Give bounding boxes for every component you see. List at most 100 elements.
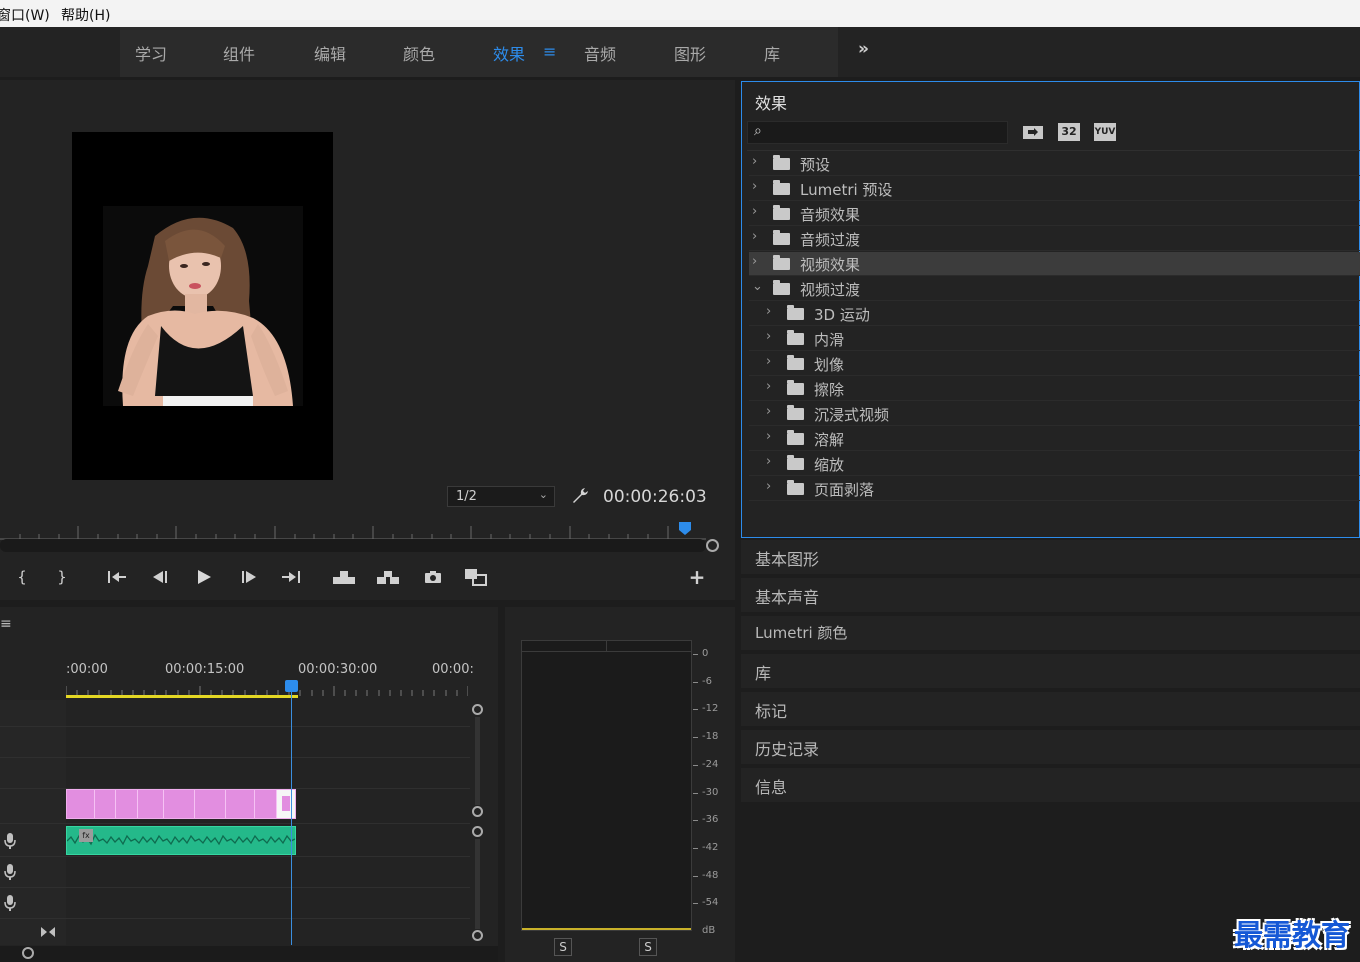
panel-essential-graphics[interactable]: 基本图形 (741, 540, 1360, 574)
workspace-menu-icon[interactable]: ≡ (543, 42, 556, 61)
chevron-right-icon[interactable]: › (752, 179, 757, 194)
panel-markers[interactable]: 标记 (741, 692, 1360, 726)
playhead-timecode[interactable]: 00:00:26:03 (603, 487, 707, 507)
effects-tree-item[interactable]: ⌄ 视频过渡 (749, 277, 1360, 301)
workspace-tab-assembly[interactable]: 组件 (223, 41, 255, 65)
effects-tree-item[interactable]: › 页面剥落 (749, 477, 1360, 501)
step-forward-icon[interactable] (238, 566, 260, 588)
effects-tree-item-label: 视频过渡 (800, 281, 861, 299)
32-bit-color-icon[interactable]: 32 (1058, 123, 1080, 141)
effects-tree-item[interactable]: › 缩放 (749, 452, 1360, 476)
chevron-right-icon[interactable]: › (752, 229, 757, 244)
chevron-down-icon: ⌄ (538, 488, 548, 501)
folder-icon (773, 205, 790, 220)
chevron-right-icon[interactable]: › (766, 454, 771, 469)
timeline-playhead-handle[interactable] (285, 680, 298, 692)
chevron-right-icon[interactable]: › (752, 154, 757, 169)
timeline-horizontal-scrollbar[interactable] (0, 946, 498, 962)
db-scale-label: -24 (702, 758, 719, 770)
go-to-out-icon[interactable] (279, 566, 303, 588)
monitor-time-ruler[interactable] (0, 522, 712, 540)
audio-clip[interactable] (66, 826, 296, 855)
db-scale-label: -36 (702, 814, 719, 826)
chevron-right-icon[interactable]: › (752, 254, 757, 269)
effects-tree-item[interactable]: › 3D 运动 (749, 302, 1360, 326)
timeline-timecode-45: 00:00: (432, 662, 474, 677)
chevron-right-icon[interactable]: › (766, 379, 771, 394)
chevron-down-icon[interactable]: ⌄ (752, 279, 763, 294)
timeline-menu-icon[interactable]: ≡ (0, 616, 12, 632)
workspace-tab-editing[interactable]: 编辑 (314, 41, 346, 65)
step-back-icon[interactable] (149, 566, 171, 588)
effects-tree-item-label: 音频过渡 (800, 231, 861, 249)
db-scale-tick (693, 903, 698, 905)
db-scale-label: -18 (702, 731, 719, 743)
solo-left-button[interactable]: S (554, 938, 572, 956)
panel-libraries[interactable]: 库 (741, 654, 1360, 688)
chevron-right-icon[interactable]: › (766, 404, 771, 419)
double-chevron-right-icon[interactable]: » (858, 39, 869, 59)
chevron-right-icon[interactable]: › (766, 329, 771, 344)
panel-history[interactable]: 历史记录 (741, 730, 1360, 764)
effects-panel-title: 效果 (755, 94, 788, 113)
chevron-right-icon[interactable]: › (766, 479, 771, 494)
camera-export-frame-icon[interactable] (422, 566, 444, 588)
settings-wrench-icon[interactable] (570, 486, 590, 510)
zoom-level-select[interactable]: 1/2 ⌄ (447, 486, 555, 507)
comparison-view-icon[interactable] (463, 566, 489, 588)
solo-right-button[interactable]: S (639, 938, 657, 956)
db-scale-tick (693, 681, 698, 683)
panel-info[interactable]: 信息 (741, 768, 1360, 802)
chevron-right-icon[interactable]: › (752, 204, 757, 219)
go-to-in-icon[interactable] (105, 566, 129, 588)
effects-search-input[interactable]: ⌕ (747, 121, 1008, 144)
monitor-scroll-track[interactable] (0, 539, 706, 552)
menu-help[interactable]: 帮助(H) (61, 5, 110, 25)
lift-icon[interactable] (331, 566, 357, 588)
effects-tree-item[interactable]: › 擦除 (749, 377, 1360, 401)
workspace-tab-effects[interactable]: 效果 (493, 41, 525, 65)
extract-icon[interactable] (375, 566, 401, 588)
effects-tree-item[interactable]: › 内滑 (749, 327, 1360, 351)
microphone-icon[interactable] (4, 833, 16, 853)
chevron-right-icon[interactable]: › (766, 354, 771, 369)
mark-in-icon[interactable]: { (14, 566, 30, 588)
master-track-icon[interactable] (40, 923, 56, 942)
effects-tree-item[interactable]: › 沉浸式视频 (749, 402, 1360, 426)
play-icon[interactable] (193, 566, 215, 588)
folder-icon (787, 480, 804, 495)
work-area-bar[interactable] (66, 695, 298, 698)
workspace-tab-learn[interactable]: 学习 (135, 41, 167, 65)
timeline-timecode-15: 00:00:15:00 (165, 662, 245, 677)
effects-tree-item[interactable]: › Lumetri 预设 (749, 177, 1360, 201)
effects-tree-item-label: 划像 (814, 356, 845, 374)
scroll-handle[interactable] (706, 539, 719, 552)
workspace-tab-audio[interactable]: 音频 (584, 41, 616, 65)
db-scale-label: dB (702, 925, 716, 936)
transport-controls: { } + (0, 560, 735, 596)
workspace-tab-libraries[interactable]: 库 (764, 41, 780, 65)
panel-essential-sound[interactable]: 基本声音 (741, 578, 1360, 612)
fx-badge[interactable]: fx (79, 829, 93, 842)
effects-tree-item[interactable]: › 划像 (749, 352, 1360, 376)
video-clip[interactable] (66, 789, 296, 819)
mark-out-icon[interactable]: } (54, 566, 70, 588)
workspace-tab-graphics[interactable]: 图形 (674, 41, 706, 65)
chevron-right-icon[interactable]: › (766, 429, 771, 444)
workspace-tab-color[interactable]: 颜色 (403, 41, 435, 65)
button-editor-plus-icon[interactable]: + (686, 565, 708, 589)
accelerated-effects-icon[interactable] (1022, 123, 1044, 141)
microphone-icon[interactable] (4, 895, 16, 915)
effects-tree-item[interactable]: › 音频效果 (749, 202, 1360, 226)
timeline-playhead-line[interactable] (291, 684, 292, 945)
effects-tree-item[interactable]: › 音频过渡 (749, 227, 1360, 251)
panel-lumetri-color[interactable]: Lumetri 颜色 (741, 616, 1360, 650)
effects-tree-item[interactable]: › 溶解 (749, 427, 1360, 451)
effects-tree-item[interactable]: › 视频效果 (749, 252, 1360, 276)
yuv-effects-icon[interactable]: YUV (1094, 123, 1116, 141)
chevron-right-icon[interactable]: › (766, 304, 771, 319)
microphone-icon[interactable] (4, 864, 16, 884)
effects-tree-item[interactable]: › 预设 (749, 152, 1360, 176)
timeline-vertical-scrollbar[interactable] (470, 700, 484, 945)
menu-window[interactable]: 窗口(W) (0, 5, 50, 25)
